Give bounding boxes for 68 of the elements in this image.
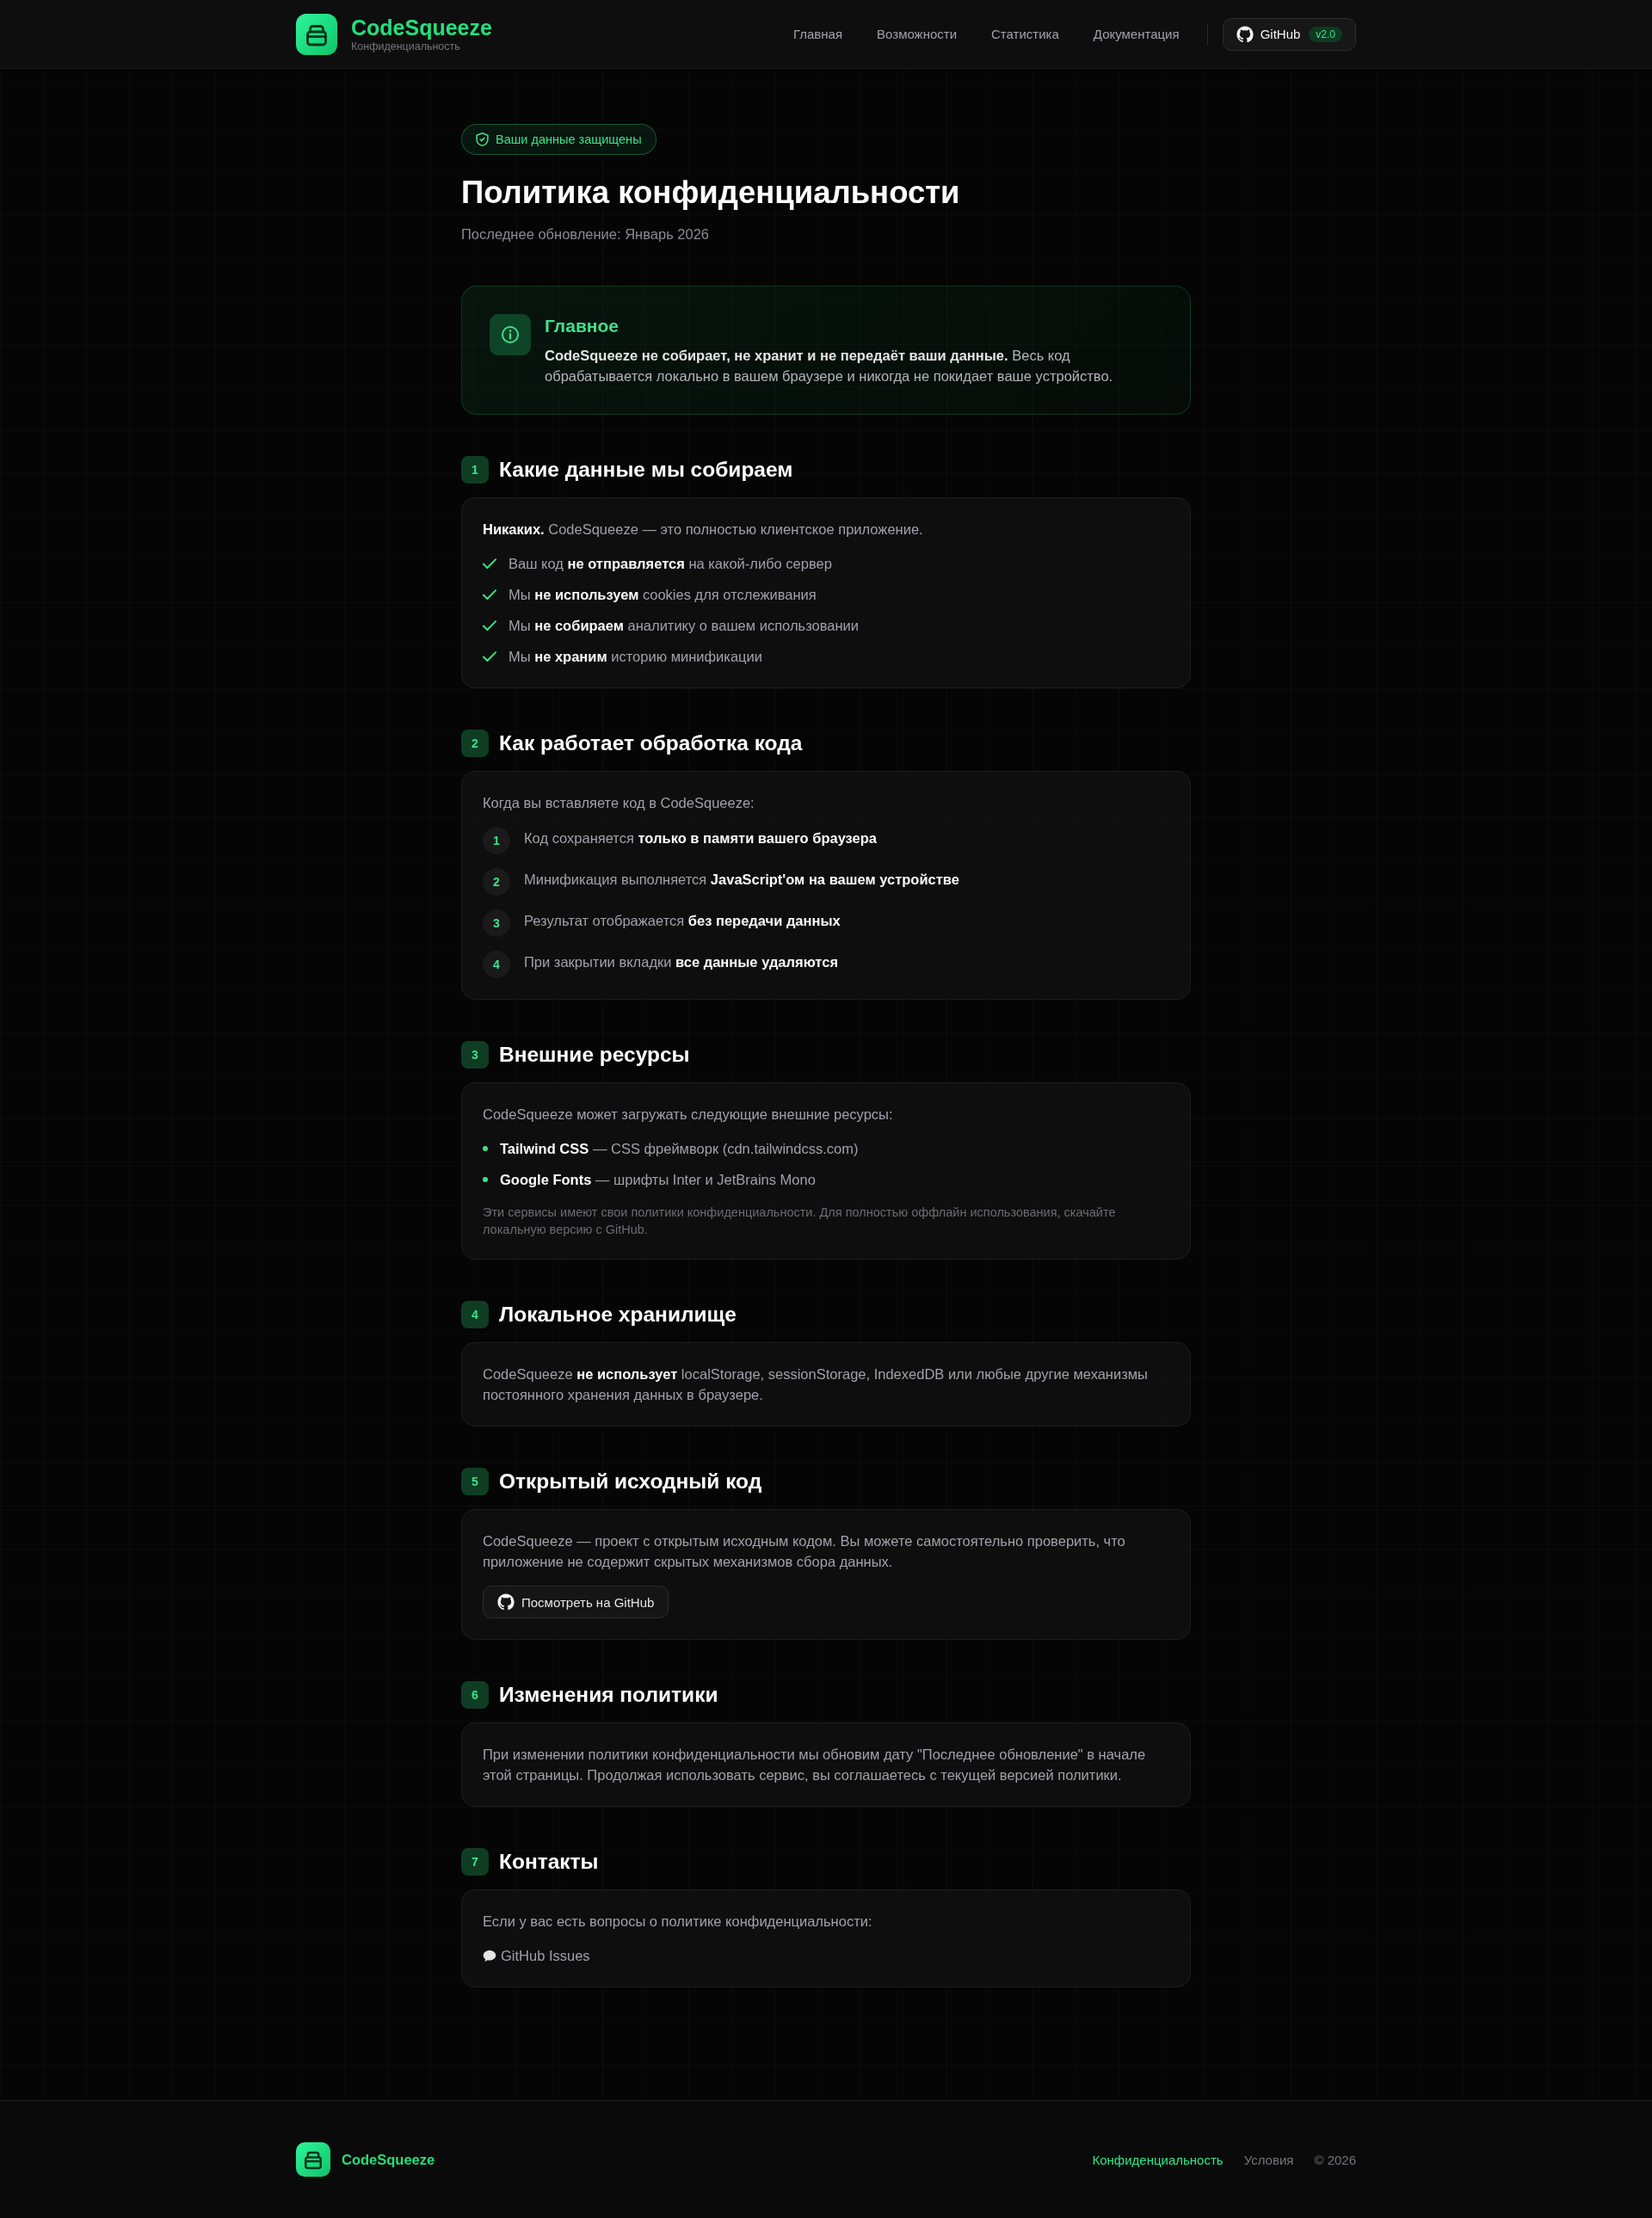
checklist-text: Мы не используем cookies для отслеживания [509,586,817,604]
paragraph-text: При изменении политики конфиденциальности мы обновим дату "Последнее обновление" в начале этой страницы. Продолжая использовать сервис, вы соглашаетесь с текущей версией политики. [483,1746,1147,1784]
note-text: Эти сервисы имеют свои политики конфиденциальности. Для полностью оффлайн использования, скачайте локальную версию с GitHub. [483,1204,1117,1238]
shield-check-icon [476,132,489,146]
bullet-dot-icon [483,1146,488,1151]
check-icon [483,650,496,662]
section-title: Контакты [499,1849,599,1875]
step-text: Минификация выполняется JavaScript'ом на вашем устройстве [524,871,959,889]
step-text: При закрытии вкладки все данные удаляются [524,953,838,971]
github-button[interactable]: GitHub v2.0 [1222,17,1356,51]
check-icon [483,558,496,570]
info-icon [490,314,531,355]
brand-subtitle: Конфиденциальность [351,40,461,53]
step-text: Результат отображается без передачи данных [524,912,841,930]
step-number: 3 [483,909,510,937]
bullet-text: Google Fonts — шрифты Inter и JetBrains Mono [500,1171,816,1189]
brand-title: CodeSqueeze [351,15,492,40]
bullet-dot-icon [483,1177,488,1182]
speech-bubble-icon [483,1949,496,1962]
section-title: Локальное хранилище [499,1302,737,1328]
footer-link[interactable]: Конфиденциальность [1092,2152,1224,2167]
github-icon [497,1593,515,1611]
summary-title: Главное [545,315,620,337]
last-updated-text: Последнее обновление: Январь 2026 [461,225,711,243]
github-issues-link[interactable]: GitHub Issues [501,1945,590,1966]
paragraph-text: CodeSqueeze может загружать следующие внешние ресурсы: [483,1106,894,1124]
section-number: 7 [461,1848,489,1876]
section-number: 3 [461,1041,489,1069]
paragraph-text: CodeSqueeze — проект с открытым исходным кодом. Вы можете самостоятельно проверить, что приложение не содержит скрытых механизмов сбора данных. [483,1532,1126,1571]
section-title: Внешние ресурсы [499,1042,690,1068]
box-logo-icon[interactable] [296,2142,330,2177]
footer-brand-title: CodeSqueeze [342,2151,435,2168]
nav-link[interactable]: Статистика [991,25,1059,43]
page-title: Политика конфиденциальности [461,174,961,212]
section-number: 5 [461,1468,489,1495]
checklist-text: Мы не храним историю минификации [509,648,762,666]
section-title: Как работает обработка кода [499,730,803,756]
github-icon [1236,25,1254,43]
check-icon [483,619,496,632]
section-title: Какие данные мы собираем [499,457,793,483]
checklist-text: Мы не собираем аналитику о вашем использовании [509,617,860,635]
checklist-text: Ваш код не отправляется на какой-либо сервер [509,555,832,573]
paragraph-text: Если у вас есть вопросы о политике конфиденциальности: [483,1913,873,1931]
section-number: 2 [461,730,489,757]
protection-label: Ваши данные защищены [496,132,642,148]
step-text: Код сохраняется только в памяти вашего браузера [524,829,878,847]
section-number: 6 [461,1681,489,1709]
check-icon [483,588,496,601]
paragraph-text: CodeSqueeze не использует localStorage, sessionStorage, IndexedDB или любые другие механизмы постоянного хранения данных в браузере. [483,1365,1149,1404]
view-on-github-button[interactable]: Посмотреть на GitHub [483,1586,669,1618]
nav-link[interactable]: Возможности [877,25,958,43]
paragraph-text: Никаких. CodeSqueeze — это полностью клиентское приложение. [483,521,924,539]
footer-link[interactable]: Условия [1243,2152,1294,2167]
paragraph-text: Когда вы вставляете код в CodeSqueeze: [483,794,755,812]
step-number: 4 [483,951,510,978]
section-number: 4 [461,1301,489,1328]
step-number: 1 [483,827,510,854]
nav-link[interactable]: Документация [1093,25,1180,43]
copyright-text: © 2026 [1314,2152,1356,2167]
section-number: 1 [461,456,489,484]
step-number: 2 [483,868,510,896]
bullet-text: Tailwind CSS — CSS фреймворк (cdn.tailwindcss.com) [500,1140,859,1158]
nav-link[interactable]: Главная [793,25,843,43]
version-badge: v2.0 [1309,26,1342,42]
section-title: Открытый исходный код [499,1469,762,1494]
summary-text: CodeSqueeze не собирает, не хранит и не передаёт ваши данные. Весь код обрабатывается локально в вашем браузере и никогда не покидает ваше устройство. [545,347,1114,385]
box-logo-icon[interactable] [296,13,337,55]
section-title: Изменения политики [499,1682,718,1708]
